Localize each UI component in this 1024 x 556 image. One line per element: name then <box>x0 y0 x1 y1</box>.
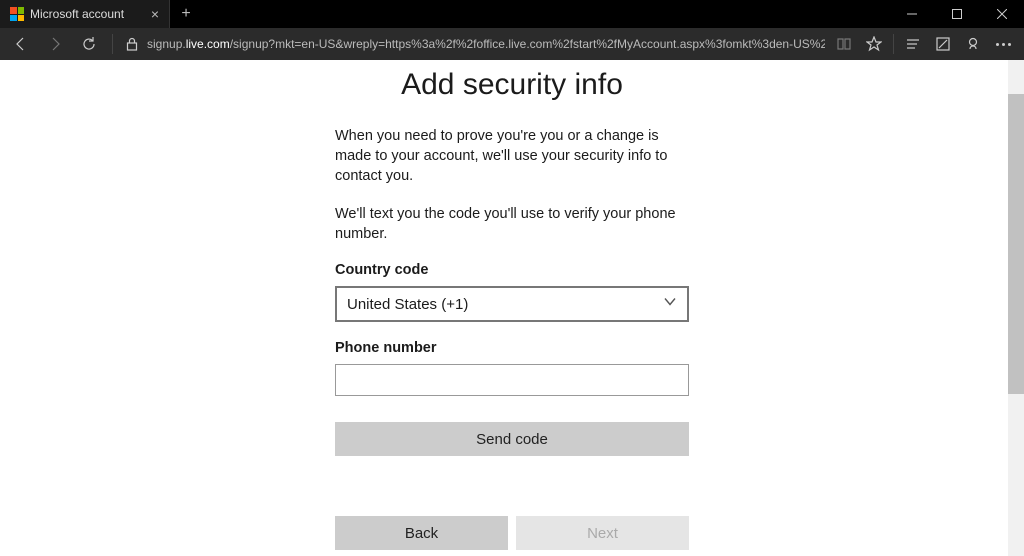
url-path: /signup?mkt=en-US&wreply=https%3a%2f%2fo… <box>230 37 825 51</box>
browser-toolbar: signup.live.com/signup?mkt=en-US&wreply=… <box>0 28 1024 60</box>
send-code-button[interactable]: Send code <box>335 422 689 456</box>
phone-number-label: Phone number <box>335 340 689 356</box>
intro-text: When you need to prove you're you or a c… <box>335 126 689 186</box>
scrollbar-thumb[interactable] <box>1008 94 1024 394</box>
share-icon[interactable] <box>958 28 988 60</box>
country-code-label: Country code <box>335 262 689 278</box>
new-tab-button[interactable]: + <box>170 0 202 28</box>
phone-number-input[interactable] <box>335 364 689 396</box>
country-code-value: United States (+1) <box>347 296 468 313</box>
web-notes-icon[interactable] <box>928 28 958 60</box>
refresh-button[interactable] <box>74 28 104 60</box>
lock-icon <box>121 37 143 51</box>
reading-view-icon[interactable] <box>829 28 859 60</box>
more-icon[interactable] <box>988 28 1018 60</box>
url-prefix: signup. <box>147 37 186 51</box>
page-viewport: Add security info When you need to prove… <box>0 60 1024 556</box>
chevron-down-icon <box>663 295 677 314</box>
forward-button[interactable] <box>40 28 70 60</box>
back-button[interactable] <box>6 28 36 60</box>
address-bar[interactable]: signup.live.com/signup?mkt=en-US&wreply=… <box>147 37 825 51</box>
page-heading: Add security info <box>335 68 689 102</box>
tab-title: Microsoft account <box>30 7 145 21</box>
microsoft-logo-icon <box>10 7 24 21</box>
window-close-button[interactable] <box>979 0 1024 28</box>
close-tab-icon[interactable]: × <box>151 7 159 21</box>
favorite-icon[interactable] <box>859 28 889 60</box>
url-domain: live.com <box>186 37 230 51</box>
country-code-select[interactable]: United States (+1) <box>335 286 689 322</box>
verify-text: We'll text you the code you'll use to ve… <box>335 204 689 244</box>
window-maximize-button[interactable] <box>934 0 979 28</box>
window-minimize-button[interactable] <box>889 0 934 28</box>
next-page-button: Next <box>516 516 689 550</box>
back-page-button[interactable]: Back <box>335 516 508 550</box>
browser-tab[interactable]: Microsoft account × <box>0 0 170 28</box>
browser-titlebar: Microsoft account × + <box>0 0 1024 28</box>
hub-icon[interactable] <box>898 28 928 60</box>
